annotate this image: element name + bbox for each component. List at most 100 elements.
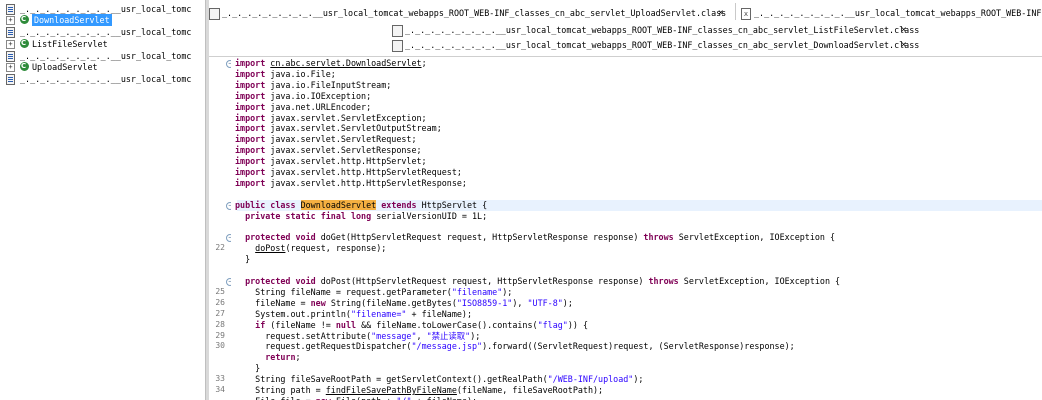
code-token: "/" [396,396,411,400]
code-token: throws [648,276,679,286]
code-token: , [416,330,427,341]
java-class-file-icon [392,40,403,52]
close-icon[interactable]: ✕ [901,23,906,38]
code-token: request.getRequestDispatcher( [235,341,412,352]
code-line: String fileName = request.getParameter("… [235,287,512,298]
code-line: import java.io.FileInputStream; [235,80,391,91]
java-class-file-icon [6,27,15,38]
code-token: File file = [235,396,316,400]
line-number: 28 [215,319,225,329]
outline-item[interactable]: _._._._._._._._._.__usr_local_tomc [0,73,205,85]
outline-item[interactable]: + UploadServlet [0,61,205,73]
code-token: import [235,112,271,123]
tab-label: _._._._._._._._._.__usr_local_tomcat_web… [222,8,727,18]
xml-file-icon: x [741,8,751,20]
code-token: doGet(HttpServletRequest request, HttpSe… [320,232,644,243]
code-line: File file = new File(path + "/" + fileNa… [235,396,477,400]
code-token: ); [562,297,573,308]
code-token: import [235,177,271,188]
line-number: 34 [215,385,225,394]
code-token: import [235,167,271,177]
code-line: import javax.servlet.http.HttpServletReq… [235,167,462,178]
code-line: request.getRequestDispatcher("/message.j… [235,341,794,352]
java-class-file-icon [209,8,220,20]
tab-label: _._._._._._._._._.__usr_local_tomcat_web… [754,8,1042,18]
code-token: "禁止读取" [426,330,471,341]
code-token: import [235,79,271,90]
code-editor[interactable]: − − −22−25 26 27 28 29 30 33 34 import cn.abc.ser… [209,57,1042,400]
code-line: public class DownloadServlet extends Htt… [235,199,487,211]
java-class-file-icon [392,25,403,37]
outline-panel: _._._._._._._._._.__usr_local_tomc + Downl… [0,0,205,400]
code-line: import javax.servlet.ServletException; [235,113,427,124]
code-token: File(path + [331,396,397,400]
code-line: import javax.servlet.ServletOutputStream… [235,123,442,134]
line-number: 26 [215,297,225,307]
code-token: fileName = [235,297,311,308]
code-line: doPost(request, response); [235,243,386,254]
code-token: ; [421,58,427,68]
code-token: String path = [235,385,326,395]
code-token: (fileName, fileSaveRootPath); [456,385,604,395]
code-token: javax.servlet.http.HttpServlet; [270,156,427,167]
code-token: import [235,123,271,134]
code-token: )) { [567,319,588,330]
outline-item-label: _._._._._._._._._.__usr_local_tomc [20,27,192,37]
outline-item[interactable]: _._._._._._._._._.__usr_local_tomc [0,26,205,38]
code-token: import [235,101,271,112]
code-line: import cn.abc.servlet.DownloadServlet; [235,58,427,69]
outline-item-label: UploadServlet [32,62,98,72]
code-line: protected void doGet(HttpServletRequest … [235,232,835,243]
editor-tab-bar: _._._._._._._._._.__usr_local_tomcat_web… [209,0,1042,57]
code-line: if (fileName != null && fileName.toLower… [235,320,588,331]
code-token: "/WEB-INF/upload" [547,374,634,385]
code-token: import [235,68,271,79]
code-token: ServletException, IOException { [673,232,836,243]
code-token: private static final long [235,210,377,221]
line-number: 33 [215,374,225,384]
tab-label: _._._._._._._._._.__usr_local_tomcat_web… [405,40,920,50]
outline-item[interactable]: + DownloadServlet [0,14,205,26]
code-token: protected void [235,232,321,243]
outline-item[interactable]: + ListFileServlet [0,38,205,50]
code-token: public class [235,199,301,210]
close-icon[interactable]: ✕ [901,38,906,53]
code-token: doPost(HttpServletRequest request, HttpS… [320,276,649,286]
code-token: "filename" [451,286,503,297]
code-token: ServletException, IOException { [678,276,841,286]
code-token: import [235,156,271,167]
code-token: DownloadServlet [300,199,377,210]
code-token: ); [470,330,481,341]
code-line: fileName = new String(fileName.getBytes(… [235,298,573,309]
line-number: 25 [215,286,225,296]
code-line: import java.io.IOException; [235,91,371,102]
code-token: String fileSaveRootPath = getServletCont… [235,374,548,385]
code-line: import javax.servlet.http.HttpServlet; [235,156,427,167]
close-icon[interactable]: ✕ [718,6,723,21]
code-line: return; [235,352,300,363]
code-token: ); [633,374,644,385]
line-number-gutter: − − −22−25 26 27 28 29 30 33 34 [209,57,234,400]
expand-icon[interactable]: + [6,63,15,72]
code-token: new [316,396,331,400]
code-token: import [235,134,271,145]
code-line: private static final long serialVersionU… [235,211,487,222]
code-token: "filename=" [350,308,407,319]
code-token: new [310,297,326,308]
code-token: import [235,58,271,68]
code-token: "ISO8859-1" [456,297,513,308]
expand-icon[interactable]: + [6,16,15,25]
code-token: javax.servlet.ServletRequest; [270,134,417,145]
expand-icon[interactable]: + [6,40,15,49]
code-token: ), [512,297,528,308]
code-token: javax.servlet.ServletOutputStream; [270,123,442,134]
line-number: 30 [215,341,225,351]
code-line: System.out.println("filename=" + fileNam… [235,309,472,320]
code-line: import javax.servlet.ServletResponse; [235,145,422,156]
code-token: cn.abc.servlet.DownloadServlet [270,58,422,68]
code-token: throws [643,232,674,243]
code-token: "/message.jsp" [411,341,483,352]
code-token: ); [502,286,513,297]
